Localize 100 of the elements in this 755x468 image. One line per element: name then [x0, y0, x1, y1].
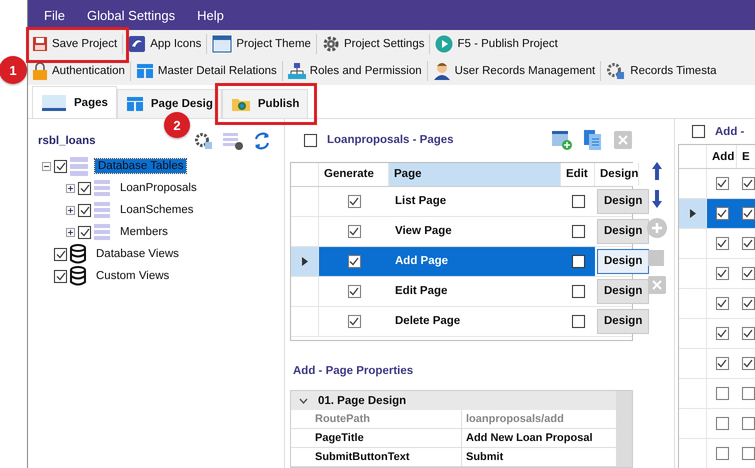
checkbox[interactable]	[742, 327, 754, 340]
column-header[interactable]: Page	[389, 162, 561, 186]
checkbox[interactable]	[78, 182, 91, 194]
checkbox[interactable]	[716, 177, 728, 190]
toolbar-button[interactable]: Save Project	[30, 34, 120, 54]
checkbox[interactable]	[742, 267, 754, 280]
design-button[interactable]: Design	[597, 188, 650, 214]
table-icon	[94, 179, 110, 197]
toolbar-button[interactable]: Master Detail Relations	[134, 61, 279, 81]
gear-icon	[322, 34, 340, 52]
arrow-down-icon[interactable]	[651, 189, 663, 209]
toolbar-button[interactable]: User Records Management	[430, 59, 598, 83]
arrow-up-icon[interactable]	[651, 161, 663, 181]
panel-title: Add -	[715, 126, 746, 138]
collapse-icon[interactable]	[42, 162, 51, 170]
layout-icon	[136, 63, 154, 79]
checkbox[interactable]	[716, 447, 728, 460]
add-page-icon[interactable]	[551, 129, 573, 152]
checkbox[interactable]	[54, 270, 67, 282]
checkbox[interactable]	[572, 254, 584, 268]
scrollbar[interactable]	[616, 391, 632, 467]
design-button[interactable]: Design	[597, 278, 650, 304]
window-icon	[212, 34, 232, 52]
table-settings-icon[interactable]	[222, 131, 244, 151]
checkbox[interactable]	[716, 417, 728, 430]
toolbar-button[interactable]: Records Timesta	[604, 60, 719, 82]
checkbox[interactable]	[348, 194, 360, 208]
checkbox[interactable]	[742, 207, 754, 220]
app-icons-icon	[128, 34, 146, 52]
checkbox[interactable]	[348, 224, 360, 238]
tree-item[interactable]: Custom Views	[93, 269, 172, 283]
tree-item[interactable]: LoanProposals	[117, 181, 200, 195]
checkbox[interactable]	[572, 224, 584, 238]
tab[interactable]: Publish	[222, 89, 308, 118]
menu-item[interactable]: Help	[197, 8, 224, 22]
toolbar-button[interactable]: Project Theme	[210, 32, 313, 54]
row-header[interactable]	[679, 199, 707, 228]
checkbox[interactable]	[692, 125, 705, 138]
toolbar-button[interactable]: Project Settings	[320, 32, 426, 54]
tab[interactable]: Pages	[32, 86, 117, 118]
toolbar-button[interactable]: Authentication	[30, 59, 127, 83]
checkbox[interactable]	[716, 267, 728, 280]
table-icon	[94, 223, 110, 241]
menu-item[interactable]: Global Settings	[86, 8, 176, 22]
gears-icon[interactable]	[194, 132, 214, 150]
checkbox[interactable]	[348, 284, 360, 298]
checkbox[interactable]	[742, 447, 754, 460]
menu-item[interactable]: File	[44, 8, 65, 22]
database-icon	[70, 244, 86, 264]
toolbar-button[interactable]: Roles and Permission	[286, 60, 424, 82]
toolbar-button[interactable]: App Icons	[126, 32, 204, 54]
row-header[interactable]	[291, 246, 319, 276]
user-icon	[432, 61, 451, 81]
copy-icon[interactable]	[583, 129, 603, 152]
tree-item[interactable]: LoanSchemes	[117, 203, 197, 217]
gears-icon	[606, 62, 626, 80]
refresh-icon[interactable]	[252, 130, 272, 152]
design-button[interactable]: Design	[597, 308, 650, 334]
checkbox[interactable]	[304, 134, 317, 147]
checkbox[interactable]	[742, 297, 754, 310]
checkbox[interactable]	[742, 177, 754, 190]
expand-icon[interactable]	[66, 206, 75, 214]
section-title: Add - Page Properties	[292, 364, 414, 379]
layout-icon	[126, 96, 144, 112]
checkbox[interactable]	[742, 357, 754, 370]
tab[interactable]: Page Desig	[116, 89, 222, 118]
expand-icon[interactable]	[66, 184, 75, 192]
checkbox[interactable]	[572, 314, 584, 328]
design-button[interactable]: Design	[597, 248, 650, 274]
hierarchy-icon	[288, 62, 306, 80]
checkbox[interactable]	[572, 284, 584, 298]
checkbox[interactable]	[54, 160, 67, 172]
checkbox[interactable]	[716, 237, 728, 250]
checkbox[interactable]	[742, 387, 754, 400]
checkbox[interactable]	[742, 417, 754, 430]
checkbox[interactable]	[54, 248, 67, 260]
checkbox[interactable]	[78, 226, 91, 238]
design-button[interactable]: Design	[597, 218, 650, 244]
checkbox[interactable]	[78, 204, 91, 216]
checkbox[interactable]	[572, 194, 584, 208]
checkbox[interactable]	[742, 237, 754, 250]
toolbar-button[interactable]: F5 - Publish Project	[433, 32, 560, 54]
padlock-icon	[32, 61, 48, 81]
expand-icon[interactable]	[66, 228, 75, 236]
table-icon	[94, 201, 110, 219]
play-icon	[435, 34, 454, 52]
checkbox[interactable]	[348, 314, 360, 328]
checkbox[interactable]	[716, 207, 728, 220]
page-icon	[41, 94, 67, 112]
folder-globe-icon	[230, 96, 251, 112]
checkbox[interactable]	[716, 327, 728, 340]
checkbox[interactable]	[716, 387, 728, 400]
checkbox[interactable]	[348, 254, 360, 268]
checkbox[interactable]	[716, 297, 728, 310]
table-cell: Add Page	[389, 246, 561, 276]
tree-item[interactable]: Database Views	[93, 247, 182, 261]
checkbox[interactable]	[716, 357, 728, 370]
tree-item[interactable]: Members	[117, 225, 171, 239]
tree-item[interactable]: Database Tables	[95, 159, 186, 173]
chevron-down-icon[interactable]	[299, 398, 308, 404]
